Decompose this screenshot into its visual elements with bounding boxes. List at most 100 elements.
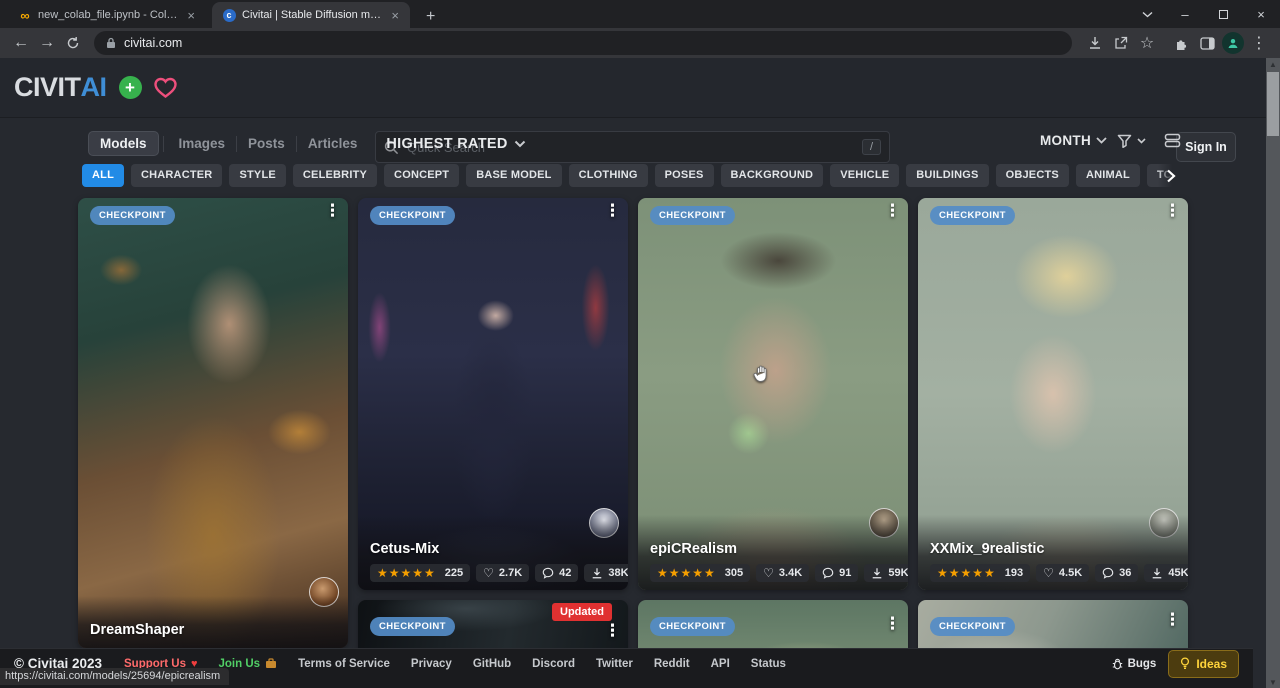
scroll-up-icon[interactable]: ▲	[1266, 58, 1280, 70]
heart-icon: ♡	[763, 567, 774, 579]
chip-clothing[interactable]: CLOTHING	[569, 164, 648, 187]
chip-vehicle[interactable]: VEHICLE	[830, 164, 899, 187]
model-card-xxmix9realistic[interactable]: CHECKPOINT ⋮ XXMix_9realistic ★★★★★ 193 …	[918, 198, 1188, 590]
scroll-down-icon[interactable]: ▼	[1266, 676, 1280, 688]
new-tab-button[interactable]: +	[420, 8, 441, 28]
minimize-button[interactable]: –	[1166, 0, 1204, 28]
card-menu-kebab-icon[interactable]: ⋮	[324, 201, 341, 221]
chip-buildings[interactable]: BUILDINGS	[906, 164, 988, 187]
profile-avatar[interactable]	[1220, 30, 1246, 56]
model-card-epicrealism[interactable]: CHECKPOINT ⋮ epiCRealism ★★★★★ 305 ♡3.4K…	[638, 198, 908, 590]
card-menu-kebab-icon[interactable]: ⋮	[884, 201, 901, 221]
close-window-button[interactable]: ×	[1242, 0, 1280, 28]
maximize-button[interactable]	[1204, 0, 1242, 28]
side-panel-icon[interactable]	[1194, 30, 1220, 56]
filter-funnel-icon	[1117, 134, 1132, 148]
lock-icon	[106, 37, 116, 49]
model-preview-image	[78, 198, 348, 648]
share-icon[interactable]	[1108, 30, 1134, 56]
tab-articles[interactable]: Articles	[297, 132, 369, 155]
ideas-button[interactable]: Ideas	[1168, 650, 1239, 678]
browser-menu-kebab-icon[interactable]: ⋮	[1246, 30, 1272, 56]
download-icon	[591, 567, 603, 579]
address-bar[interactable]: civitai.com	[94, 31, 1072, 55]
downloads-pill: 38K	[584, 564, 628, 582]
comments-pill: 36	[1095, 564, 1138, 582]
period-dropdown[interactable]: MONTH	[1040, 133, 1107, 148]
favorites-heart-icon[interactable]	[153, 76, 178, 99]
star-icons: ★★★★★	[937, 567, 996, 579]
api-link[interactable]: API	[711, 658, 730, 670]
card-menu-kebab-icon[interactable]: ⋮	[1164, 201, 1181, 221]
heart-icon: ♡	[1043, 567, 1054, 579]
tab-colab[interactable]: ∞ new_colab_file.ipynb - Colaborat ×	[8, 2, 206, 28]
download-icon[interactable]	[1082, 30, 1108, 56]
chip-animal[interactable]: ANIMAL	[1076, 164, 1140, 187]
downloads-pill: 45K	[1144, 564, 1188, 582]
civitai-logo[interactable]: CIVITAI	[14, 72, 107, 103]
bug-icon	[1112, 658, 1123, 670]
card-layout-icon[interactable]	[1164, 133, 1181, 148]
chip-celebrity[interactable]: CELEBRITY	[293, 164, 377, 187]
privacy-link[interactable]: Privacy	[411, 658, 452, 670]
status-link[interactable]: Status	[751, 658, 786, 670]
reload-icon[interactable]	[60, 30, 86, 56]
forward-icon[interactable]: →	[34, 30, 60, 56]
model-card-cetus-mix[interactable]: CHECKPOINT ⋮ Cetus-Mix ★★★★★ 225 ♡2.7K 4…	[358, 198, 628, 590]
card-menu-kebab-icon[interactable]: ⋮	[604, 621, 621, 641]
briefcase-icon	[265, 658, 277, 669]
back-icon[interactable]: ←	[8, 30, 34, 56]
browser-toolbar: ← → civitai.com ☆ ⋮	[0, 28, 1280, 58]
page-scrollbar[interactable]: ▲ ▼	[1266, 58, 1280, 688]
tab-civitai[interactable]: c Civitai | Stable Diffusion models, ×	[212, 2, 410, 28]
model-title: DreamShaper	[90, 622, 336, 638]
chip-objects[interactable]: OBJECTS	[996, 164, 1069, 187]
card-menu-kebab-icon[interactable]: ⋮	[604, 201, 621, 221]
chips-scroll-right-icon[interactable]	[1158, 163, 1184, 189]
chip-base-model[interactable]: BASE MODEL	[466, 164, 561, 187]
search-shortcut-key: /	[862, 139, 881, 155]
filter-dropdown[interactable]	[1117, 134, 1146, 148]
chip-concept[interactable]: CONCEPT	[384, 164, 459, 187]
card-menu-kebab-icon[interactable]: ⋮	[1164, 610, 1181, 630]
card-stats: ★★★★★ 193 ♡4.5K 36 45K	[930, 564, 1176, 582]
checkpoint-badge: CHECKPOINT	[930, 206, 1015, 225]
comment-icon	[822, 567, 834, 579]
bugs-link[interactable]: Bugs	[1112, 658, 1157, 670]
model-card-dreamshaper[interactable]: CHECKPOINT ⋮ DreamShaper	[78, 198, 348, 648]
tab-images[interactable]: Images	[168, 132, 237, 155]
updated-badge: Updated	[552, 603, 612, 621]
chip-all[interactable]: ALL	[82, 164, 124, 187]
tab-title: new_colab_file.ipynb - Colaborat	[38, 9, 178, 21]
civitai-favicon: c	[222, 8, 236, 22]
extensions-puzzle-icon[interactable]	[1168, 30, 1194, 56]
comments-pill: 42	[535, 564, 578, 582]
tab-search-chevron-icon[interactable]	[1128, 0, 1166, 28]
status-url-bubble: https://civitai.com/models/25694/epicrea…	[0, 668, 229, 685]
bookmark-star-icon[interactable]: ☆	[1134, 30, 1160, 56]
upload-plus-button[interactable]: +	[119, 76, 142, 99]
chip-poses[interactable]: POSES	[655, 164, 714, 187]
discord-link[interactable]: Discord	[532, 658, 575, 670]
chip-character[interactable]: CHARACTER	[131, 164, 222, 187]
star-icons: ★★★★★	[657, 567, 716, 579]
terms-link[interactable]: Terms of Service	[298, 658, 390, 670]
lightbulb-icon	[1180, 657, 1190, 670]
chip-background[interactable]: BACKGROUND	[721, 164, 824, 187]
chip-style[interactable]: STYLE	[229, 164, 285, 187]
close-tab-icon[interactable]: ×	[388, 8, 402, 23]
tab-models[interactable]: Models	[88, 131, 159, 156]
twitter-link[interactable]: Twitter	[596, 658, 633, 670]
url-text: civitai.com	[124, 36, 182, 50]
sign-in-button[interactable]: Sign In	[1176, 132, 1236, 162]
scrollbar-thumb[interactable]	[1267, 72, 1279, 136]
github-link[interactable]: GitHub	[473, 658, 511, 670]
join-us-link[interactable]: Join Us	[219, 658, 278, 670]
sort-dropdown[interactable]: HIGHEST RATED	[386, 136, 525, 152]
close-tab-icon[interactable]: ×	[184, 8, 198, 23]
chevron-down-icon	[1096, 137, 1107, 144]
nav-right-controls: MONTH	[1040, 133, 1181, 148]
tab-posts[interactable]: Posts	[237, 132, 296, 155]
card-menu-kebab-icon[interactable]: ⋮	[884, 614, 901, 634]
reddit-link[interactable]: Reddit	[654, 658, 690, 670]
